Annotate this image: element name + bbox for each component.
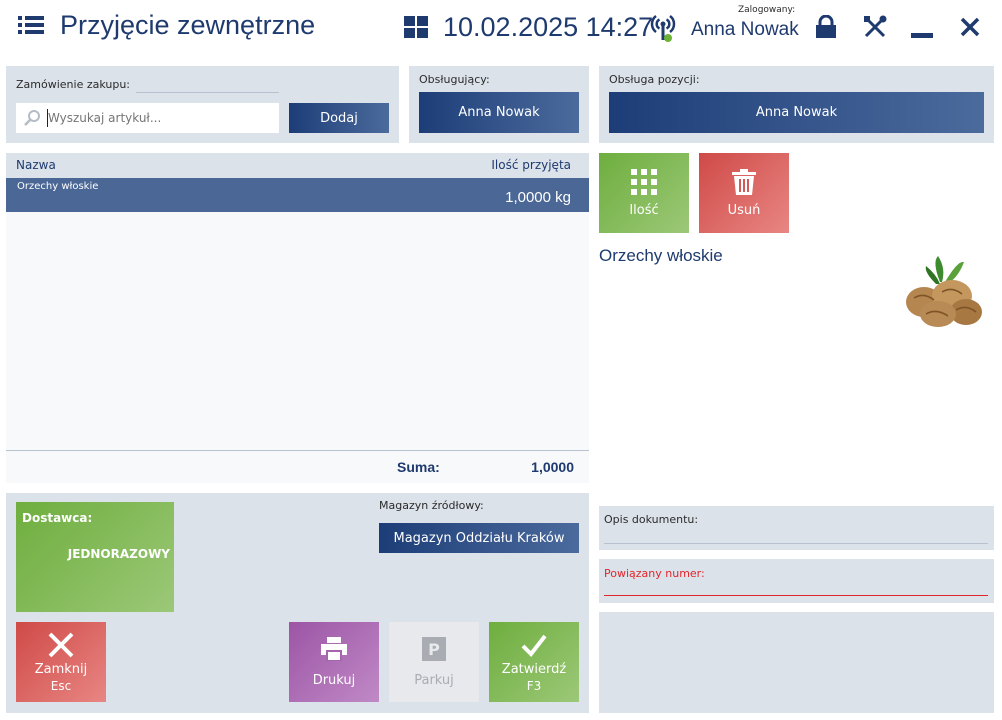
search-input[interactable] (48, 107, 273, 129)
order-panel: Zamówienie zakupu: Dodaj (6, 66, 399, 143)
datetime: 10.02.2025 14:27 (443, 12, 654, 42)
position-handler-label: Obsługa pozycji: (609, 73, 700, 86)
position-handler-button[interactable]: Anna Nowak (609, 92, 984, 133)
tools-icon[interactable] (863, 15, 887, 39)
supplier-tile[interactable]: Dostawca: JEDNORAZOWY (16, 502, 174, 612)
logged-in-user: Anna Nowak (691, 19, 799, 40)
confirm-button-key: F3 (526, 678, 542, 693)
bottom-right-empty-panel (599, 612, 994, 713)
page-title: Przyjęcie zewnętrzne (60, 10, 316, 40)
document-description-underline (604, 543, 988, 544)
minimize-icon[interactable] (911, 33, 933, 38)
table-row[interactable]: Orzechy włoskie 1,0000 kg (6, 178, 589, 212)
items-table: Nazwa Ilość przyjęta Orzechy włoskie 1,0… (6, 153, 589, 483)
quantity-button[interactable]: Ilość (599, 153, 689, 233)
source-warehouse-button[interactable]: Magazyn Oddziału Kraków (379, 523, 579, 553)
confirm-button[interactable]: Zatwierdź F3 (489, 622, 579, 702)
menu-icon[interactable] (18, 14, 44, 36)
search-box[interactable] (16, 103, 279, 133)
linked-number-underline (604, 595, 988, 596)
column-header-name[interactable]: Nazwa (16, 158, 56, 172)
park-button-label: Parkuj (414, 672, 454, 688)
svg-text:P: P (428, 640, 440, 659)
item-details-name: Orzechy włoskie (599, 246, 723, 265)
document-description-field[interactable]: Opis dokumentu: (599, 506, 994, 550)
close-x-icon (48, 632, 74, 658)
walnut-image (900, 252, 990, 332)
confirm-button-label: Zatwierdź (501, 661, 567, 677)
linked-number-label: Powiązany numer: (604, 567, 705, 580)
lock-icon[interactable] (815, 14, 837, 39)
sum-label: Suma: (397, 459, 440, 475)
delete-button-label: Usuń (727, 202, 761, 218)
linked-number-field[interactable]: Powiązany numer: (599, 559, 994, 603)
logged-in-label: Zalogowany: (738, 5, 796, 15)
row-name: Orzechy włoskie (17, 181, 99, 192)
handler-panel: Obsługujący: Anna Nowak (409, 66, 589, 143)
search-icon (23, 109, 41, 127)
connection-status-icon[interactable] (650, 12, 676, 44)
handler-label: Obsługujący: (419, 73, 490, 86)
print-button-label: Drukuj (312, 672, 356, 688)
supplier-value: JEDNORAZOWY (67, 547, 170, 561)
bottom-left-panel: Dostawca: JEDNORAZOWY Magazyn źródłowy: … (6, 493, 589, 713)
document-description-label: Opis dokumentu: (604, 513, 699, 526)
order-label: Zamówienie zakupu: (16, 78, 131, 91)
parking-icon: P (422, 636, 446, 661)
sum-value: 1,0000 (531, 459, 574, 475)
table-header: Nazwa Ilość przyjęta (6, 153, 589, 178)
handler-button[interactable]: Anna Nowak (419, 92, 579, 133)
column-header-qty[interactable]: Ilość przyjęta (491, 158, 571, 172)
close-button-key: Esc (50, 678, 72, 693)
park-button[interactable]: P Parkuj (389, 622, 479, 702)
position-handler-panel: Obsługa pozycji: Anna Nowak (599, 66, 994, 143)
print-button[interactable]: Drukuj (289, 622, 379, 702)
row-qty: 1,0000 kg (505, 189, 571, 206)
windows-icon[interactable] (404, 16, 428, 38)
supplier-label: Dostawca: (22, 511, 93, 525)
delete-button[interactable]: Usuń (699, 153, 789, 233)
quantity-button-label: Ilość (629, 202, 659, 218)
close-button-label: Zamknij (34, 661, 88, 677)
add-button[interactable]: Dodaj (289, 103, 389, 133)
printer-icon (321, 636, 347, 661)
close-button[interactable]: Zamknij Esc (16, 622, 106, 702)
table-sum-divider (6, 450, 589, 451)
trash-icon (732, 168, 756, 195)
grid-icon (631, 168, 657, 195)
order-field-underline[interactable] (136, 92, 279, 93)
source-warehouse-label: Magazyn źródłowy: (379, 499, 484, 512)
close-icon[interactable] (960, 17, 980, 37)
checkmark-icon (521, 632, 547, 658)
